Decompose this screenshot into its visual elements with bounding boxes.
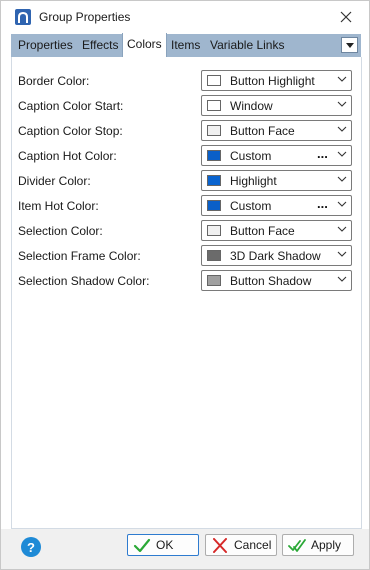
tab-items[interactable]: Items bbox=[167, 34, 204, 57]
chevron-down-icon bbox=[337, 176, 347, 182]
custom-color-ellipsis[interactable]: ... bbox=[317, 196, 328, 211]
group-properties-dialog: Group Properties Properties Effects Colo… bbox=[0, 0, 370, 570]
selection-color-label: Selection Color: bbox=[18, 224, 103, 238]
caption-color-start-combo[interactable]: Window bbox=[201, 95, 352, 116]
apply-label: Apply bbox=[311, 538, 342, 552]
dialog-footer: ? OK Cancel Apply bbox=[1, 529, 369, 569]
border-color-label: Border Color: bbox=[18, 74, 90, 88]
window-title: Group Properties bbox=[39, 10, 131, 24]
caption-color-start-label: Caption Color Start: bbox=[18, 99, 124, 113]
selection-frame-color-combo[interactable]: 3D Dark Shadow bbox=[201, 245, 352, 266]
ok-label: OK bbox=[156, 538, 174, 552]
border-color-combo[interactable]: Button Highlight bbox=[201, 70, 352, 91]
chevron-down-icon bbox=[337, 101, 347, 107]
caption-hot-color-label: Caption Hot Color: bbox=[18, 149, 117, 163]
cancel-label: Cancel bbox=[234, 538, 272, 552]
checkmark-icon bbox=[133, 538, 151, 553]
close-button[interactable] bbox=[323, 1, 369, 33]
combo-value: Button Shadow bbox=[230, 274, 312, 288]
combo-value: Window bbox=[230, 99, 273, 113]
tab-strip: Properties Effects Colors Items Variable… bbox=[11, 33, 361, 57]
combo-value: Button Face bbox=[230, 224, 295, 238]
chevron-down-icon bbox=[345, 42, 354, 48]
item-hot-color-combo[interactable]: Custom ... bbox=[201, 195, 352, 216]
selection-shadow-color-label: Selection Shadow Color: bbox=[18, 274, 150, 288]
caption-color-stop-combo[interactable]: Button Face bbox=[201, 120, 352, 141]
color-swatch bbox=[207, 250, 221, 261]
color-swatch bbox=[207, 150, 221, 161]
divider-color-combo[interactable]: Highlight bbox=[201, 170, 352, 191]
cancel-button[interactable]: Cancel bbox=[205, 534, 277, 556]
selection-frame-color-label: Selection Frame Color: bbox=[18, 249, 141, 263]
color-swatch bbox=[207, 125, 221, 136]
chevron-down-icon bbox=[337, 201, 347, 207]
title-bar: Group Properties bbox=[1, 1, 369, 33]
app-icon bbox=[15, 9, 31, 25]
tab-list-dropdown-button[interactable] bbox=[341, 37, 358, 53]
combo-value: Button Face bbox=[230, 124, 295, 138]
combo-value: Custom bbox=[230, 149, 272, 163]
double-check-icon bbox=[288, 539, 306, 552]
combo-value: 3D Dark Shadow bbox=[230, 249, 321, 263]
caption-hot-color-combo[interactable]: Custom ... bbox=[201, 145, 352, 166]
custom-color-ellipsis[interactable]: ... bbox=[317, 146, 328, 161]
color-swatch bbox=[207, 175, 221, 186]
divider-color-label: Divider Color: bbox=[18, 174, 91, 188]
combo-value: Highlight bbox=[230, 174, 277, 188]
color-swatch bbox=[207, 75, 221, 86]
selection-shadow-color-combo[interactable]: Button Shadow bbox=[201, 270, 352, 291]
chevron-down-icon bbox=[337, 226, 347, 232]
chevron-down-icon bbox=[337, 76, 347, 82]
chevron-down-icon bbox=[337, 276, 347, 282]
combo-value: Custom bbox=[230, 199, 272, 213]
combo-value: Button Highlight bbox=[230, 74, 315, 88]
close-icon bbox=[340, 11, 352, 23]
color-swatch bbox=[207, 200, 221, 211]
tab-effects[interactable]: Effects bbox=[78, 34, 122, 57]
apply-button[interactable]: Apply bbox=[282, 534, 354, 556]
caption-color-stop-label: Caption Color Stop: bbox=[18, 124, 123, 138]
cancel-x-icon bbox=[213, 538, 227, 553]
tab-colors[interactable]: Colors bbox=[122, 33, 167, 57]
ok-button[interactable]: OK bbox=[127, 534, 199, 556]
color-swatch bbox=[207, 275, 221, 286]
color-swatch bbox=[207, 225, 221, 236]
selection-color-combo[interactable]: Button Face bbox=[201, 220, 352, 241]
chevron-down-icon bbox=[337, 126, 347, 132]
help-icon[interactable]: ? bbox=[21, 537, 41, 557]
tab-variable-links[interactable]: Variable Links bbox=[206, 34, 288, 57]
color-swatch bbox=[207, 100, 221, 111]
chevron-down-icon bbox=[337, 251, 347, 257]
item-hot-color-label: Item Hot Color: bbox=[18, 199, 99, 213]
chevron-down-icon bbox=[337, 151, 347, 157]
tab-properties[interactable]: Properties bbox=[14, 34, 77, 57]
